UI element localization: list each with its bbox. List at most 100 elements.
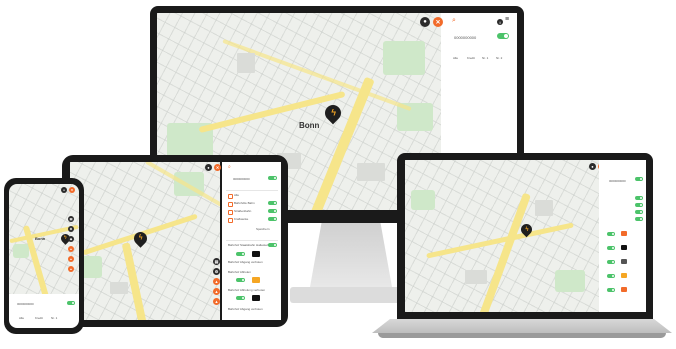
close-icon[interactable]: ✕ [69, 187, 75, 193]
layer-label: Alle [234, 193, 240, 197]
status-label: Nr. 1 [482, 56, 489, 60]
layers-icon[interactable]: ▤ [213, 258, 220, 265]
close-icon[interactable]: ✕ [433, 17, 443, 27]
city-label: Bonn [299, 121, 320, 130]
search-icon[interactable]: ⌕ [452, 17, 456, 25]
tablet-map[interactable]: ϟ [70, 162, 220, 320]
color-swatch[interactable] [621, 231, 627, 236]
laptop-map[interactable]: ϟ [405, 160, 599, 312]
filter-button[interactable]: ▲ [213, 278, 220, 285]
map-pin-icon[interactable]: ϟ [131, 229, 150, 248]
settings-icon[interactable]: ⚙ [213, 268, 220, 275]
layer-toggle[interactable] [635, 217, 643, 221]
charge-toggle[interactable] [236, 296, 245, 300]
charge-row-label: Bahnhof Abgang verboten [228, 307, 263, 311]
vehicle-id: 0000000000 [17, 302, 34, 306]
vehicle-toggle[interactable] [635, 177, 643, 181]
layer-checkbox[interactable] [228, 210, 233, 215]
color-swatch[interactable] [621, 273, 627, 278]
info-icon[interactable]: i [497, 19, 503, 25]
settings-icon[interactable]: ⚙ [68, 226, 74, 232]
road [426, 222, 574, 259]
color-swatch[interactable] [621, 259, 627, 264]
road [479, 192, 531, 312]
status-label: Nr. 2 [496, 56, 503, 60]
divider [226, 240, 278, 241]
filter-button[interactable]: ▲ [68, 256, 74, 262]
park [411, 190, 435, 210]
layers-icon[interactable]: ▤ [68, 216, 74, 222]
person-icon[interactable]: ● [589, 163, 596, 170]
color-swatch[interactable] [252, 295, 260, 301]
layer-toggle[interactable] [635, 196, 643, 200]
layer-toggle[interactable] [635, 203, 643, 207]
filter-button[interactable]: ▲ [68, 266, 74, 272]
building [535, 200, 553, 216]
charge-toggle[interactable] [236, 278, 245, 282]
divider [226, 190, 278, 191]
charge-toggle[interactable] [236, 252, 245, 256]
building [357, 163, 385, 181]
park [383, 41, 425, 75]
building [465, 270, 487, 284]
layer-checkbox[interactable] [228, 194, 233, 199]
layer-checkbox[interactable] [228, 218, 233, 223]
monitor-stand-base [290, 287, 414, 303]
charge-toggle[interactable] [607, 232, 615, 236]
laptop-side-panel: 0000000000 [599, 160, 646, 312]
color-swatch[interactable] [252, 251, 260, 257]
menu-icon[interactable]: ≡ [505, 16, 509, 23]
vehicle-id: 0000000000 [454, 35, 477, 40]
vehicle-id: 0000000000 [233, 177, 250, 181]
charge-row-label: Bahnhof Abholen [228, 270, 251, 274]
color-swatch[interactable] [252, 277, 260, 283]
building [110, 282, 128, 294]
charge-row-label: Bahnhof Abholung verboten [228, 288, 266, 292]
vehicle-toggle[interactable] [497, 33, 509, 39]
vehicle-toggle[interactable] [268, 176, 277, 180]
filter-button[interactable]: ▲ [213, 288, 220, 295]
layer-detail-label: Speichern [256, 227, 270, 231]
layer-label: Kraftwerke [234, 217, 249, 221]
vehicle-id: 0000000000 [609, 179, 626, 183]
status-label: Alle [453, 56, 459, 60]
building [237, 53, 255, 73]
layer-checkbox[interactable] [228, 202, 233, 207]
person-icon[interactable]: ● [61, 187, 67, 193]
park [13, 244, 29, 258]
filter-button[interactable]: ▲ [213, 298, 220, 305]
layer-toggle[interactable] [635, 210, 643, 214]
laptop-base-shadow [378, 333, 666, 338]
map-pin-icon[interactable]: ϟ [321, 101, 345, 125]
park [555, 270, 585, 292]
status-label: Alle [19, 316, 25, 320]
vehicle-toggle[interactable] [67, 301, 75, 305]
status-label: Kredit [467, 56, 475, 60]
charge-toggle[interactable] [607, 288, 615, 292]
layer-toggle[interactable] [268, 201, 277, 205]
status-label: Nr. 1 [51, 316, 58, 320]
phone-bottom-panel: 0000000000 Alle Kredit Nr. 1 [9, 294, 79, 328]
layer-toggle[interactable] [268, 217, 277, 221]
tablet-side-panel: ⌕ 0000000000 Alle Bahnhöfe Bahn Straßenb… [222, 162, 281, 320]
layer-label: Straßenbahn [234, 209, 252, 213]
charge-toggle[interactable] [607, 274, 615, 278]
search-icon[interactable]: ⌕ [228, 164, 231, 170]
monitor-stand-neck [310, 223, 392, 287]
charge-toggle[interactable] [607, 260, 615, 264]
color-swatch[interactable] [621, 287, 627, 292]
road [198, 90, 346, 134]
filter-button[interactable]: ▲ [68, 246, 74, 252]
tool-icon[interactable]: ◆ [68, 236, 74, 242]
person-icon[interactable]: ● [420, 17, 430, 27]
charge-toggle[interactable] [607, 246, 615, 250]
charge-toggle[interactable] [268, 243, 277, 247]
charge-row-label: Bahnhof Abgang verboten [228, 260, 263, 264]
layer-label: Bahnhöfe Bahn [234, 201, 255, 205]
person-icon[interactable]: ● [205, 164, 212, 171]
close-icon[interactable]: ✕ [214, 164, 221, 171]
color-swatch[interactable] [621, 245, 627, 250]
status-label: Kredit [35, 316, 43, 320]
map-pin-icon[interactable]: ϟ [518, 221, 535, 238]
layer-toggle[interactable] [268, 209, 277, 213]
